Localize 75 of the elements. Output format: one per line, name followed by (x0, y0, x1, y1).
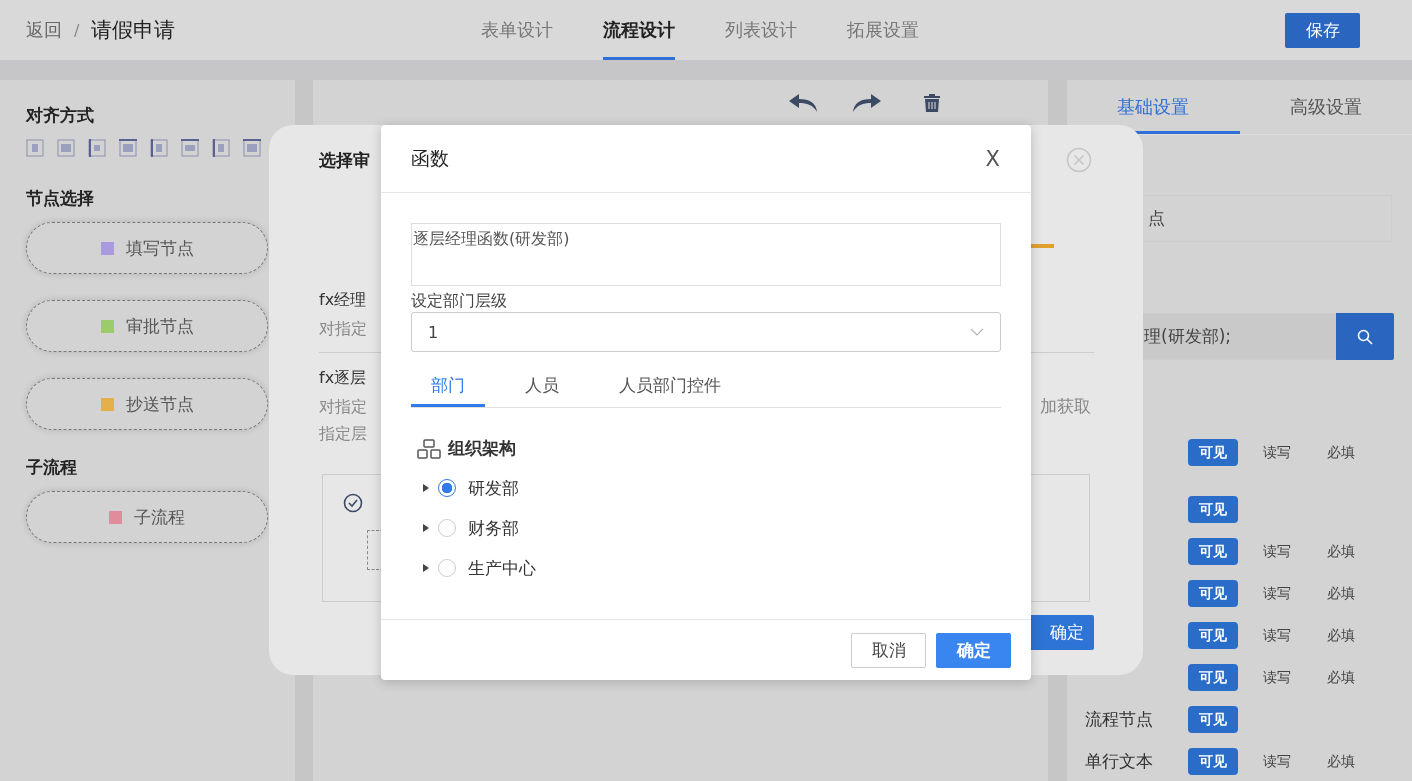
back-link[interactable]: 返回 (26, 18, 62, 42)
permission-option[interactable]: 读写 (1252, 747, 1302, 775)
permission-option[interactable]: 可见 (1188, 537, 1238, 565)
permission-option[interactable]: 必填 (1316, 579, 1366, 607)
permission-option[interactable]: 必填 (1316, 747, 1366, 775)
caret-icon[interactable] (423, 524, 429, 532)
tab[interactable]: 部门 (411, 366, 485, 407)
nav-tab[interactable]: 流程设计 (603, 0, 675, 60)
search-icon (1357, 328, 1373, 345)
radio-button[interactable] (438, 479, 456, 497)
department-label: 研发部 (468, 476, 519, 500)
permission-option[interactable]: 必填 (1316, 537, 1366, 565)
dialog-title: 函数 (411, 145, 449, 171)
alignment-icon[interactable] (212, 139, 230, 157)
department-label: 财务部 (468, 516, 519, 540)
permission-option[interactable]: 必填 (1316, 438, 1366, 466)
save-button[interactable]: 保存 (1285, 12, 1360, 48)
node-label: 填写节点 (125, 236, 194, 260)
permission-option[interactable]: 读写 (1252, 438, 1302, 466)
section-heading: 子流程 (26, 456, 78, 479)
alignment-icon[interactable] (243, 139, 261, 157)
caret-icon[interactable] (423, 484, 429, 492)
alignment-icon[interactable] (181, 139, 199, 157)
department-label: 生产中心 (468, 556, 536, 580)
permission-option[interactable]: 读写 (1252, 537, 1302, 565)
permission-option[interactable]: 可见 (1188, 579, 1238, 607)
close-button[interactable]: X (979, 145, 1006, 172)
alignment-icon[interactable] (88, 139, 106, 157)
function-title: fx经理 (319, 289, 367, 311)
alignment-icon[interactable] (150, 139, 168, 157)
nav-tab[interactable]: 拓展设置 (847, 0, 919, 60)
expression-field[interactable]: 逐层经理函数(研发部) (411, 223, 1001, 286)
permission-option[interactable]: 必填 (1316, 621, 1366, 649)
function-description: 加获取 (1040, 395, 1091, 418)
node-label: 抄送节点 (125, 392, 194, 416)
permission-option[interactable]: 可见 (1188, 438, 1238, 466)
search-button[interactable] (1336, 313, 1394, 360)
function-description: 指定层 (319, 423, 367, 445)
nav-tab[interactable]: 表单设计 (481, 0, 553, 60)
tree-title: 组织架构 (448, 437, 516, 460)
function-description: 对指定 (319, 318, 367, 340)
field-label: 单行文本 (1085, 750, 1153, 771)
function-description: 对指定 (319, 396, 367, 418)
chevron-down-icon (970, 328, 984, 336)
cancel-button[interactable]: 取消 (851, 632, 926, 668)
breadcrumb-separator: / (74, 20, 80, 40)
caret-icon[interactable] (423, 564, 429, 572)
section-heading: 对齐方式 (26, 104, 95, 127)
tab[interactable]: 人员 (505, 366, 579, 407)
field-label: 设定部门层级 (411, 290, 508, 312)
permission-option[interactable]: 读写 (1252, 663, 1302, 691)
field-label: 流程节点 (1085, 708, 1153, 729)
node-label: 审批节点 (125, 314, 194, 338)
trash-icon[interactable] (922, 93, 942, 113)
function-title: fx逐层 (319, 367, 367, 389)
permission-option[interactable]: 读写 (1252, 621, 1302, 649)
permission-option[interactable]: 可见 (1188, 663, 1238, 691)
nav-tab[interactable]: 列表设计 (725, 0, 797, 60)
permission-option[interactable]: 可见 (1188, 705, 1238, 733)
permission-option[interactable]: 读写 (1252, 579, 1302, 607)
page-title: 请假申请 (91, 17, 176, 44)
confirm-button[interactable]: 确定 (936, 632, 1011, 668)
permission-option[interactable]: 必填 (1316, 663, 1366, 691)
permission-option[interactable]: 可见 (1188, 747, 1238, 775)
node-label: 子流程 (134, 505, 185, 529)
permission-option[interactable]: 可见 (1188, 495, 1238, 523)
section-heading: 节点选择 (26, 187, 95, 210)
check-circle-icon (343, 493, 363, 513)
alignment-icon[interactable] (119, 139, 137, 157)
dialog-title: 选择审 (319, 149, 370, 172)
permission-option[interactable]: 可见 (1188, 621, 1238, 649)
level-select[interactable]: 1 (411, 312, 1001, 352)
settings-tab[interactable]: 高级设置 (1239, 80, 1412, 134)
tab[interactable]: 人员部门控件 (599, 366, 741, 407)
organization-icon (417, 438, 441, 459)
